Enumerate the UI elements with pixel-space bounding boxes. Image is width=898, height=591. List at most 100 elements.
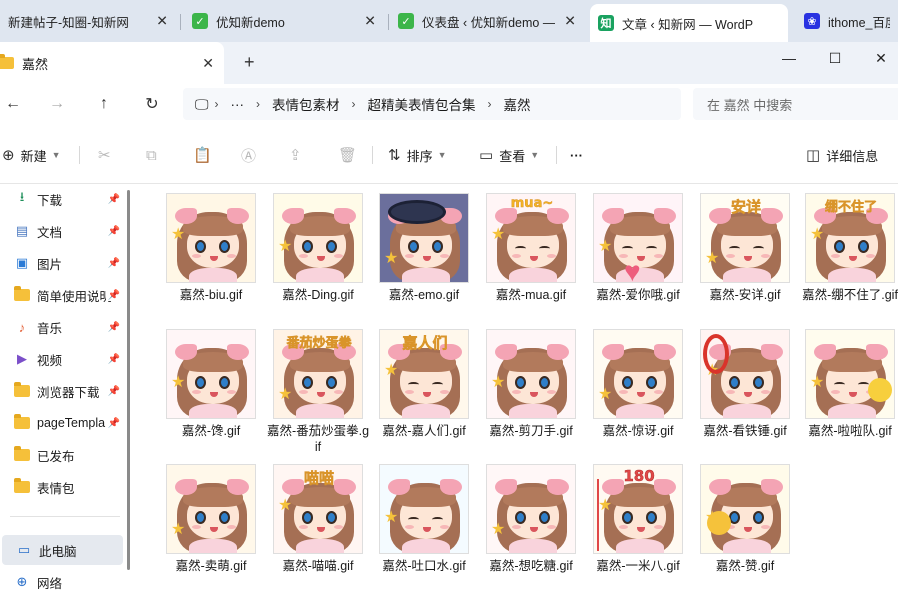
view-button[interactable]: ▭ 查看 ▼ xyxy=(479,142,539,168)
file-item[interactable]: ★ 嘉然-惊讶.gif xyxy=(586,329,690,439)
sidebar-item-network[interactable]: ⊕ 网络 xyxy=(0,567,124,591)
back-button[interactable]: ← xyxy=(0,92,26,116)
copy-button[interactable]: ⧉ xyxy=(146,142,163,168)
new-tab-button[interactable]: + xyxy=(244,52,255,73)
sidebar-item-this-pc[interactable]: ▭ 此电脑 xyxy=(2,535,123,565)
sidebar-item-documents[interactable]: ▤ 文档 📌 xyxy=(0,216,124,246)
refresh-button[interactable]: ↻ xyxy=(139,92,165,116)
delete-button[interactable]: 🗑 xyxy=(338,142,363,168)
pin-icon[interactable]: 📌 xyxy=(105,417,120,429)
trash-icon: 🗑 xyxy=(338,147,358,164)
file-item[interactable]: ★ 安详 嘉然-安详.gif xyxy=(693,193,797,303)
file-item[interactable]: ★ 番茄炒蛋拳 嘉然-番茄炒蛋拳.gif xyxy=(266,329,370,455)
file-name: 嘉然-惊讶.gif xyxy=(602,424,674,438)
breadcrumb-item[interactable]: 超精美表情包合集 xyxy=(368,94,476,114)
pin-icon[interactable]: 📌 xyxy=(105,289,120,301)
file-item[interactable]: ★ 嘉然-想吃糖.gif xyxy=(479,464,583,574)
baidu-favicon-icon: ❀ xyxy=(804,13,820,29)
file-item[interactable]: ★ 嘉然-emo.gif xyxy=(372,193,476,303)
file-name: 嘉然-啦啦队.gif xyxy=(808,424,892,438)
close-tab-icon[interactable]: ✕ xyxy=(564,13,576,30)
sort-button[interactable]: ⇅ 排序 ▼ xyxy=(388,142,447,168)
pin-icon[interactable]: 📌 xyxy=(105,225,120,237)
pin-icon[interactable]: 📌 xyxy=(105,257,120,269)
file-item[interactable]: ★ 绷不住了 嘉然-绷不住了.gif xyxy=(798,193,898,303)
breadcrumb-more[interactable]: ··· xyxy=(231,97,245,112)
rename-icon: Ⓐ xyxy=(241,147,257,165)
sidebar-item-pagetemplate[interactable]: pageTempla 📌 xyxy=(0,408,124,438)
pin-icon[interactable]: 📌 xyxy=(105,353,120,365)
close-tab-icon[interactable]: ✕ xyxy=(364,13,376,30)
file-item[interactable]: ★ 嘉然-Ding.gif xyxy=(266,193,370,303)
share-button[interactable]: ⇪ xyxy=(289,142,308,168)
sidebar-item-downloads[interactable]: ⭳ 下载 📌 xyxy=(0,184,124,214)
sidebar-item-videos[interactable]: ▶ 视频 📌 xyxy=(0,344,124,374)
view-label: 查看 xyxy=(499,148,526,164)
cut-button[interactable]: ✂ xyxy=(98,142,117,168)
toolbar-divider xyxy=(372,146,373,164)
close-window-button[interactable]: ✕ xyxy=(858,42,898,74)
sidebar-item-browser-downloads[interactable]: 浏览器下载 📌 xyxy=(0,376,124,406)
toolbar-divider xyxy=(556,146,557,164)
close-tab-icon[interactable]: ✕ xyxy=(156,13,168,30)
breadcrumb-item[interactable]: 嘉然 xyxy=(504,94,531,114)
browser-tab-3-active[interactable]: 知 文章 ‹ 知新网 — WordP xyxy=(590,4,788,42)
paste-button[interactable]: 📋 xyxy=(193,142,218,168)
file-name: 嘉然-馋.gif xyxy=(181,424,241,438)
file-item[interactable]: ★ 嘉然-卖萌.gif xyxy=(159,464,263,574)
paste-icon: 📋 xyxy=(193,147,212,164)
scissors-icon: ✂ xyxy=(98,147,111,164)
file-item[interactable]: ★ 嘉然-剪刀手.gif xyxy=(479,329,583,439)
up-button[interactable]: ↑ xyxy=(91,92,117,116)
file-item[interactable]: ★ 喵喵 嘉然-喵喵.gif xyxy=(266,464,370,574)
file-item[interactable]: ★ 180 嘉然-一米八.gif xyxy=(586,464,690,574)
pin-icon[interactable]: 📌 xyxy=(105,193,120,205)
favicon-icon: ✓ xyxy=(398,13,414,29)
file-name: 嘉然-喵喵.gif xyxy=(282,559,354,573)
rename-button[interactable]: Ⓐ xyxy=(241,142,262,168)
file-item[interactable]: ★ 嘉然-吐口水.gif xyxy=(372,464,476,574)
file-item[interactable]: ★ 嘉然-看铁锤.gif xyxy=(693,329,797,439)
file-item[interactable]: ★ ♥ 嘉然-爱你哦.gif xyxy=(586,193,690,303)
browser-tab-1[interactable]: ✓ 优知新demo ✕ xyxy=(184,4,384,38)
sidebar-item-music[interactable]: ♪ 音乐 📌 xyxy=(0,312,124,342)
file-item[interactable]: ★ 嘉然-biu.gif xyxy=(159,193,263,303)
browser-tab-0[interactable]: 新建帖子-知圈-知新网 ✕ xyxy=(0,4,176,38)
sidebar-scrollbar-thumb[interactable] xyxy=(127,190,130,570)
sticker-caption: mua~ xyxy=(510,196,554,212)
view-icon: ▭ xyxy=(479,147,494,164)
file-item[interactable]: ★ 嘉人们 嘉然-嘉人们.gif xyxy=(372,329,476,439)
copy-icon: ⧉ xyxy=(146,146,157,164)
sidebar-item-stickers[interactable]: 表情包 xyxy=(0,472,124,502)
browser-tab-2[interactable]: ✓ 仪表盘 ‹ 优知新demo — ✕ xyxy=(390,4,584,38)
close-tab-icon[interactable]: ✕ xyxy=(202,55,214,72)
pin-icon[interactable]: 📌 xyxy=(105,321,120,333)
video-icon: ▶ xyxy=(17,351,27,366)
more-options-button[interactable]: ··· xyxy=(570,142,583,168)
browser-tab-4[interactable]: ❀ ithome_百度搜 xyxy=(796,4,898,38)
sidebar-item-label: 已发布 xyxy=(37,449,75,464)
sidebar-item-published[interactable]: 已发布 xyxy=(0,440,124,470)
address-bar[interactable]: 🖵 › ··· › 表情包素材 › 超精美表情包合集 › 嘉然 xyxy=(183,88,681,120)
file-item[interactable]: ★ 嘉然-馋.gif xyxy=(159,329,263,439)
file-item[interactable]: ★ mua~ 嘉然-mua.gif xyxy=(479,193,583,303)
pin-icon[interactable]: 📌 xyxy=(105,385,120,397)
file-item[interactable]: ★ 嘉然-赞.gif xyxy=(693,464,797,574)
minimize-button[interactable]: — xyxy=(766,42,812,74)
this-pc-icon: 🖵 xyxy=(195,95,209,112)
forward-button[interactable]: → xyxy=(44,92,70,116)
sort-label: 排序 xyxy=(406,148,433,164)
sidebar-item-pictures[interactable]: ▣ 图片 📌 xyxy=(0,248,124,278)
computer-icon: ▭ xyxy=(17,542,31,557)
maximize-button[interactable]: ☐ xyxy=(812,42,858,74)
breadcrumb-item[interactable]: 表情包素材 xyxy=(272,94,340,114)
file-thumbnail: ★ xyxy=(379,193,469,283)
sticker-caption: 绷不住了 xyxy=(824,200,878,216)
details-button[interactable]: ◫ 详细信息 xyxy=(806,142,878,168)
file-thumbnail: ★ 180 xyxy=(593,464,683,554)
sidebar-item-guide-folder[interactable]: 简单使用说明 📌 xyxy=(0,280,124,310)
file-item[interactable]: ★ 嘉然-啦啦队.gif xyxy=(798,329,898,439)
new-button[interactable]: ⊕ 新建 ▼ xyxy=(2,142,61,168)
search-input[interactable]: 在 嘉然 中搜索 xyxy=(693,88,898,120)
explorer-window-tab[interactable]: 嘉然 ✕ xyxy=(0,42,224,84)
